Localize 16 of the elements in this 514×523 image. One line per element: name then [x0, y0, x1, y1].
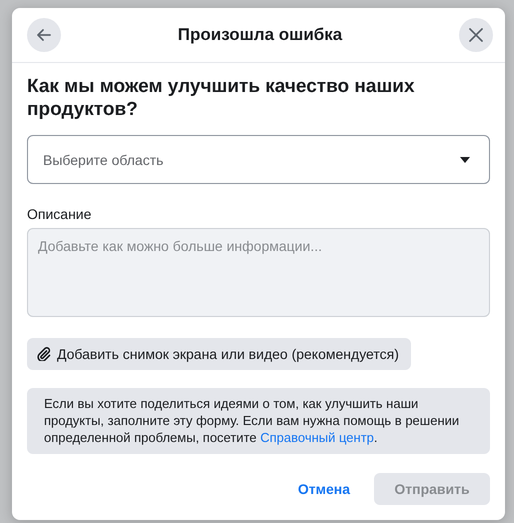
area-select[interactable]: Выберите область — [27, 135, 490, 184]
paperclip-icon — [37, 347, 51, 361]
dropdown-caret-icon — [459, 156, 471, 164]
description-label: Описание — [27, 206, 92, 222]
info-text: Если вы хотите поделиться идеями о том, как улучшить наши продукты, заполните эту форму. Если вам нужна помощь в решении определенной проблемы, посетите Справочный центр. — [44, 395, 460, 446]
description-field[interactable]: Добавьте как можно больше информации... — [27, 228, 490, 317]
dialog-title: Произошла ошибка — [178, 25, 342, 45]
back-arrow-icon — [35, 26, 53, 44]
attach-button[interactable]: Добавить снимок экрана или видео (рекомендуется) — [27, 338, 411, 370]
close-button[interactable] — [459, 18, 493, 52]
cancel-button[interactable]: Отмена — [290, 473, 358, 505]
back-button[interactable] — [27, 18, 61, 52]
select-placeholder: Выберите область — [43, 152, 164, 168]
help-center-link[interactable]: Справочный центр — [260, 430, 374, 445]
question-heading: Как мы можем улучшить качество наших продуктов? — [27, 75, 416, 121]
close-icon — [467, 26, 485, 44]
